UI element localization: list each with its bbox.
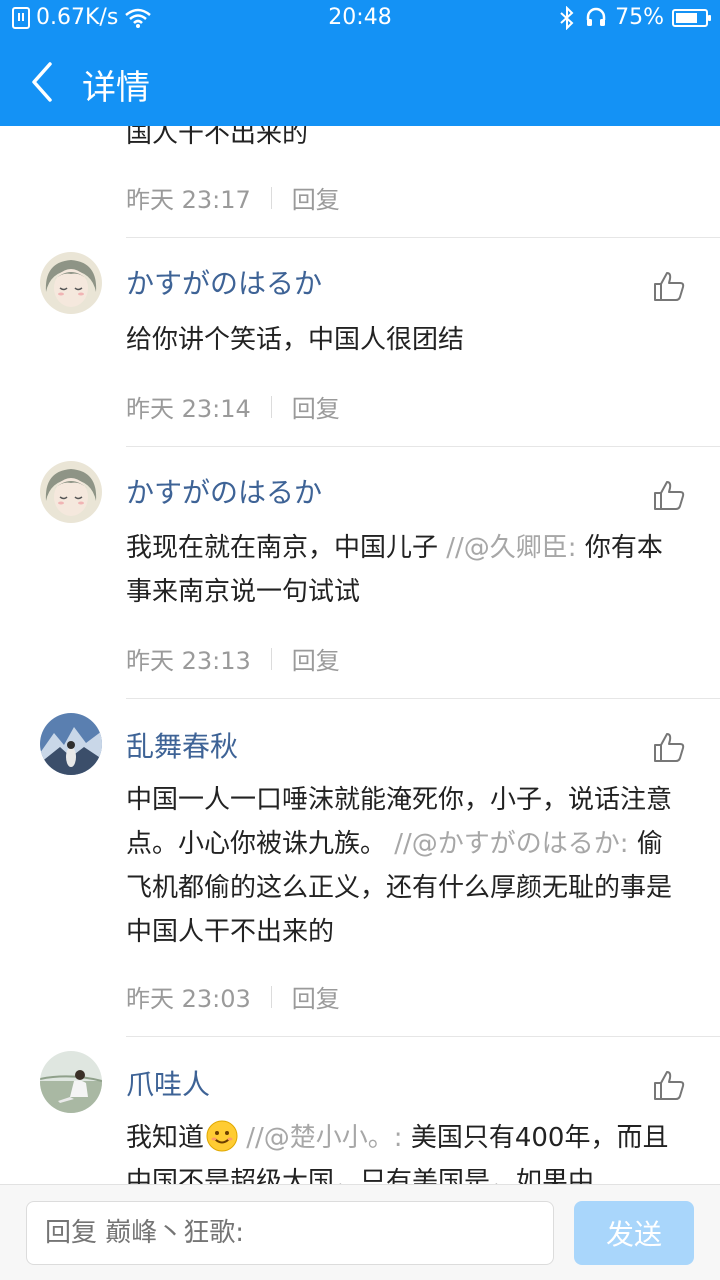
comment-meta: 昨天 23:14 回复 [126,389,340,424]
avatar[interactable] [40,252,102,314]
app-bar: 详情 [0,38,720,126]
avatar-image [40,252,102,314]
like-button[interactable] [652,1068,686,1102]
headset-icon [585,6,607,30]
avatar-image [40,461,102,523]
comment-meta: 昨天 23:17 回复 [126,180,340,215]
comment-text: 国人干不出来的 [126,126,309,149]
back-button[interactable] [26,60,66,104]
mention[interactable]: //@楚小小。: [238,1123,402,1153]
smile-emoji-icon [206,1120,238,1152]
send-button[interactable]: 发送 [574,1201,694,1265]
comment-text: 我知道 //@楚小小。: 美国只有400年，而且中国不是超级大国，只有美国是，如… [126,1116,686,1184]
bluetooth-icon [557,5,577,30]
battery-percent: 75% [615,5,664,30]
comment-time: 昨天 23:17 [126,186,251,214]
comment-meta: 昨天 23:13 回复 [126,641,340,676]
screen: 0.67K/s 20:48 75% 详情 国人干不出来的 昨天 23:17 回复… [0,0,720,1280]
page-title: 详情 [82,68,150,108]
divider [126,446,720,447]
comment-text: 中国一人一口唾沫就能淹死你，小子，说话注意点。小心你被诛九族。 //@かすがのは… [126,778,686,954]
commenter-name[interactable]: 爪哇人 [126,1063,210,1103]
chevron-left-icon [32,62,52,102]
comment-time: 昨天 23:13 [126,647,251,675]
reply-link[interactable]: 回复 [292,180,340,215]
meta-separator [270,395,272,418]
reply-link[interactable]: 回复 [292,979,340,1014]
thumbs-up-icon [654,1071,685,1100]
commenter-name[interactable]: かすがのはるか [126,262,322,302]
comment-text: 我现在就在南京，中国儿子 //@久卿臣: 你有本事来南京说一句试试 [126,526,686,614]
like-button[interactable] [652,730,686,764]
divider [126,698,720,699]
thumbs-up-icon [654,481,685,510]
mention[interactable]: //@かすがのはるか: [386,829,628,859]
divider [126,1036,720,1037]
like-button[interactable] [652,269,686,303]
reply-bar: 发送 [0,1184,720,1280]
mention[interactable]: //@久卿臣: [438,533,576,563]
meta-separator [270,186,272,209]
meta-separator [270,647,272,670]
avatar[interactable] [40,1051,102,1113]
avatar[interactable] [40,461,102,523]
comment-text: 给你讲个笑话，中国人很团结 [126,325,465,355]
avatar[interactable] [40,713,102,775]
comment-time: 昨天 23:14 [126,395,251,423]
battery-icon [672,8,711,27]
thumbs-up-icon [654,272,685,301]
reply-link[interactable]: 回复 [292,389,340,424]
battery-fill [676,12,697,23]
avatar-image [40,713,102,775]
reply-input[interactable] [26,1201,554,1265]
meta-separator [270,985,272,1008]
thumbs-up-icon [654,733,685,762]
like-button[interactable] [652,478,686,512]
avatar-image [40,1051,102,1113]
comment-body: 我现在就在南京，中国儿子 [126,533,439,563]
status-bar: 0.67K/s 20:48 75% [0,0,720,38]
commenter-name[interactable]: 乱舞春秋 [126,725,238,765]
comment-list[interactable]: 国人干不出来的 昨天 23:17 回复 かすがのはるか 给你讲个笑话，中国人很团… [0,126,720,1184]
commenter-name[interactable]: かすがのはるか [126,471,322,511]
comment-body: 我知道 [126,1123,205,1153]
reply-link[interactable]: 回复 [292,641,340,676]
comment-meta: 昨天 23:03 回复 [126,979,340,1014]
comment-time: 昨天 23:03 [126,985,251,1013]
divider [126,237,720,238]
